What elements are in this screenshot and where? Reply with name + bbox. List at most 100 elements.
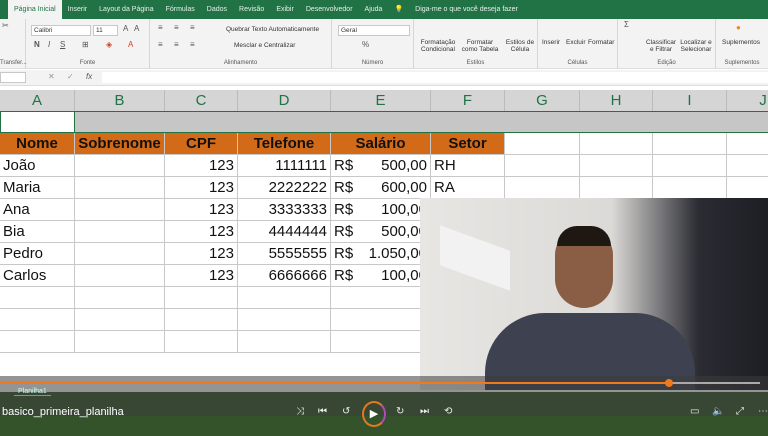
empty-cell[interactable]: [505, 177, 580, 199]
grow-font-icon[interactable]: A: [123, 24, 128, 33]
volume-icon[interactable]: 🔈: [712, 406, 724, 417]
selected-row-1[interactable]: [0, 111, 768, 133]
cell-sobrenome[interactable]: [75, 221, 165, 243]
fullscreen-icon[interactable]: ⤢: [736, 406, 744, 417]
align-bottom-icon[interactable]: ≡: [190, 23, 195, 32]
cell-sobrenome[interactable]: [75, 265, 165, 287]
tab-view[interactable]: Exibir: [270, 0, 300, 19]
cell-salario[interactable]: R$ 100,00: [331, 199, 431, 221]
borders-icon[interactable]: ⊞: [82, 40, 89, 49]
cell-styles-button[interactable]: Estilos de Célula: [504, 39, 536, 53]
shuffle-icon[interactable]: ⤨: [296, 406, 304, 417]
column-header-I[interactable]: I: [653, 90, 727, 111]
cell-telefone[interactable]: 4444444: [238, 221, 331, 243]
cell-cpf[interactable]: 123: [165, 177, 238, 199]
bold-icon[interactable]: N: [34, 40, 40, 49]
cell-telefone[interactable]: 5555555: [238, 243, 331, 265]
cell-nome[interactable]: Ana: [0, 199, 75, 221]
cell-sobrenome[interactable]: [75, 155, 165, 177]
more-icon[interactable]: ⋯: [758, 406, 768, 417]
empty-cell[interactable]: [727, 177, 768, 199]
cell-sobrenome[interactable]: [75, 177, 165, 199]
tab-review[interactable]: Revisão: [233, 0, 270, 19]
empty-cell[interactable]: [0, 331, 75, 353]
play-button[interactable]: ▶: [362, 401, 386, 427]
table-header-cell[interactable]: Nome: [0, 133, 75, 155]
tab-home[interactable]: Página Inicial: [8, 0, 62, 19]
empty-cell[interactable]: [238, 331, 331, 353]
align-top-icon[interactable]: ≡: [158, 23, 163, 32]
sheet-tab[interactable]: Planilha1: [14, 388, 51, 396]
next-icon[interactable]: ⏭: [420, 406, 429, 417]
name-box[interactable]: [0, 72, 26, 83]
wrap-text-button[interactable]: Quebrar Texto Automaticamente: [226, 26, 319, 33]
tab-page-layout[interactable]: Layout da Página: [93, 0, 160, 19]
autosum-icon[interactable]: Σ: [624, 20, 629, 29]
cell-nome[interactable]: Bia: [0, 221, 75, 243]
cell-nome[interactable]: Pedro: [0, 243, 75, 265]
seek-bar[interactable]: [0, 379, 760, 387]
table-header-cell[interactable]: Telefone: [238, 133, 331, 155]
column-header-C[interactable]: C: [165, 90, 238, 111]
cell-salario[interactable]: R$ 500,00: [331, 221, 431, 243]
empty-cell[interactable]: [580, 133, 653, 155]
fill-color-icon[interactable]: ◈: [106, 40, 112, 49]
cell-salario[interactable]: R$ 1.050,00: [331, 243, 431, 265]
column-header-D[interactable]: D: [238, 90, 331, 111]
enter-icon[interactable]: ✓: [67, 72, 74, 81]
cell-setor[interactable]: RA: [431, 177, 505, 199]
font-color-icon[interactable]: A: [128, 40, 133, 49]
sort-filter-button[interactable]: Classificar e Filtrar: [644, 39, 678, 53]
empty-cell[interactable]: [238, 287, 331, 309]
cell-cpf[interactable]: 123: [165, 199, 238, 221]
empty-cell[interactable]: [238, 309, 331, 331]
empty-cell[interactable]: [0, 287, 75, 309]
empty-cell[interactable]: [727, 133, 768, 155]
align-left-icon[interactable]: ≡: [158, 40, 163, 49]
italic-icon[interactable]: I: [48, 40, 50, 49]
table-header-cell[interactable]: Salário: [331, 133, 431, 155]
column-header-J[interactable]: J: [727, 90, 768, 111]
tab-developer[interactable]: Desenvolvedor: [300, 0, 359, 19]
cell-telefone[interactable]: 2222222: [238, 177, 331, 199]
empty-cell[interactable]: [653, 133, 727, 155]
empty-cell[interactable]: [580, 155, 653, 177]
fx-icon[interactable]: fx: [86, 72, 92, 81]
column-header-F[interactable]: F: [431, 90, 505, 111]
align-middle-icon[interactable]: ≡: [174, 23, 179, 32]
cell-telefone[interactable]: 3333333: [238, 199, 331, 221]
cell-nome[interactable]: Carlos: [0, 265, 75, 287]
empty-cell[interactable]: [727, 155, 768, 177]
cell-cpf[interactable]: 123: [165, 265, 238, 287]
column-header-B[interactable]: B: [75, 90, 165, 111]
align-center-icon[interactable]: ≡: [174, 40, 179, 49]
active-cell[interactable]: [0, 111, 75, 133]
number-format-select[interactable]: Geral: [338, 25, 410, 36]
conditional-format-button[interactable]: Formatação Condicional: [418, 39, 458, 53]
empty-cell[interactable]: [331, 331, 431, 353]
format-as-table-button[interactable]: Formatar como Tabela: [458, 39, 502, 53]
empty-cell[interactable]: [580, 177, 653, 199]
repeat-icon[interactable]: ⟲: [444, 406, 452, 417]
cancel-icon[interactable]: ✕: [48, 72, 55, 81]
format-cells-button[interactable]: Formatar: [588, 39, 614, 46]
formula-input[interactable]: [102, 72, 768, 83]
empty-cell[interactable]: [165, 309, 238, 331]
font-size-select[interactable]: 11: [93, 25, 118, 36]
previous-icon[interactable]: ⏮: [318, 406, 327, 417]
column-header-H[interactable]: H: [580, 90, 653, 111]
seek-handle[interactable]: [664, 379, 673, 387]
empty-cell[interactable]: [75, 331, 165, 353]
column-header-G[interactable]: G: [505, 90, 580, 111]
empty-cell[interactable]: [505, 133, 580, 155]
empty-cell[interactable]: [653, 177, 727, 199]
miniplayer-icon[interactable]: ▭: [690, 406, 699, 417]
cell-telefone[interactable]: 6666666: [238, 265, 331, 287]
table-header-cell[interactable]: CPF: [165, 133, 238, 155]
cell-nome[interactable]: João: [0, 155, 75, 177]
cell-cpf[interactable]: 123: [165, 221, 238, 243]
empty-cell[interactable]: [331, 287, 431, 309]
find-select-button[interactable]: Localizar e Selecionar: [678, 39, 714, 53]
cell-salario[interactable]: R$ 600,00: [331, 177, 431, 199]
empty-cell[interactable]: [75, 287, 165, 309]
